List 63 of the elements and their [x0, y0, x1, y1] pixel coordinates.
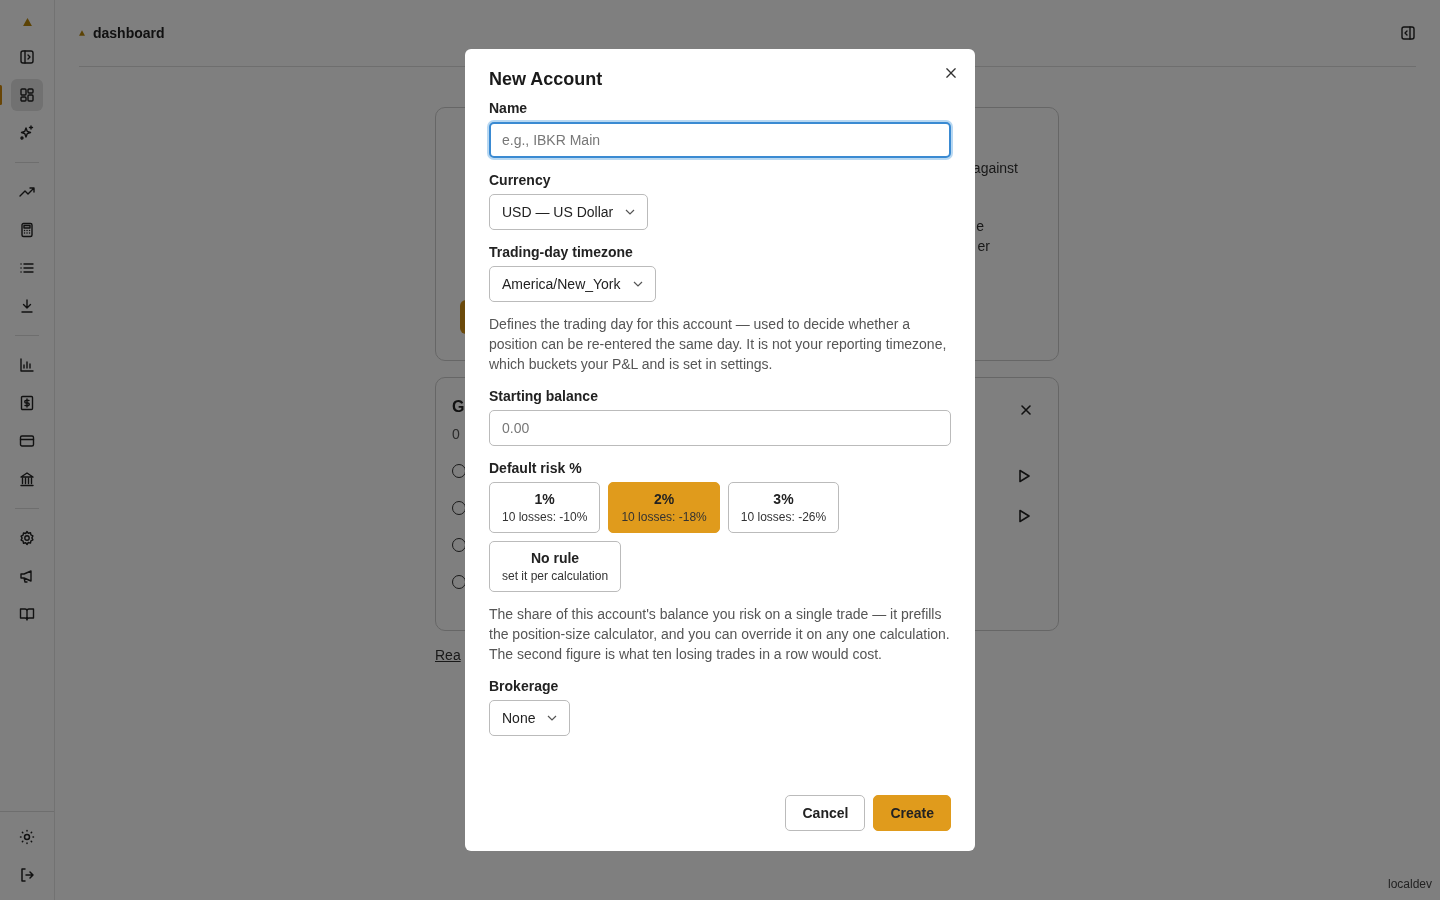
breadcrumb: dashboard [93, 25, 165, 41]
risk-option[interactable]: 3% 10 losses: -26% [727, 482, 840, 533]
close-icon[interactable] [1020, 404, 1032, 416]
bar-chart-icon [19, 357, 35, 373]
risk-option[interactable]: 2% 10 losses: -18% [608, 482, 720, 533]
dashboard-grid-icon [19, 87, 35, 103]
close-icon [946, 68, 956, 78]
risk-option[interactable]: 1% 10 losses: -10% [489, 482, 601, 533]
option-title: 2% [653, 491, 675, 507]
credit-card-icon [19, 433, 35, 449]
dialog-title: New Account [489, 69, 604, 90]
select-dropdown[interactable]: USD — US Dollar [489, 194, 649, 230]
close-button[interactable] [943, 65, 959, 81]
receipt-dollar-icon [19, 395, 35, 411]
risk-option[interactable]: No rule set it per calculation [489, 541, 622, 592]
option-subtitle: 10 losses: -26% [740, 510, 827, 524]
settings-icon [19, 530, 35, 546]
play-icon[interactable] [1016, 468, 1032, 484]
sun-icon [19, 829, 35, 845]
megaphone-icon [19, 568, 35, 584]
field-label: Trading-day timezone [489, 244, 633, 260]
play-icon[interactable] [1016, 508, 1032, 524]
option-title: 1% [534, 491, 555, 507]
bank-icon [19, 471, 35, 487]
read-link[interactable]: Rea [435, 647, 461, 663]
field-label: Name [489, 100, 528, 116]
chevron-down-icon [632, 281, 643, 287]
list-icon [19, 260, 35, 276]
environment-label: localdev [1387, 877, 1432, 891]
option-title: 3% [773, 491, 794, 507]
option-subtitle: 10 losses: -10% [502, 510, 588, 524]
chevron-down-icon [547, 715, 558, 721]
logo-icon [22, 18, 32, 26]
field-label: Currency [489, 172, 551, 188]
card-text: er [977, 238, 990, 254]
panel-toggle-icon [19, 49, 35, 65]
select-dropdown[interactable]: None [489, 700, 571, 736]
option-subtitle: 10 losses: -18% [621, 510, 707, 524]
card-text: e [976, 218, 984, 234]
create-button[interactable]: Create [873, 795, 951, 831]
option-title: No rule [530, 550, 580, 566]
logout-icon [19, 867, 35, 883]
select-dropdown[interactable]: America/New_York [489, 266, 656, 302]
chevron-down-icon [625, 209, 636, 215]
download-icon [19, 298, 35, 314]
field-label: Brokerage [489, 678, 559, 694]
field-label: Starting balance [489, 388, 598, 404]
help-text: The share of this account's balance you risk on a single trade — it prefills the position-size calculator, and you can override it on any one calculation. The second figure is what ten losing trades in a row would cost. [489, 605, 951, 664]
calculator-icon [19, 222, 35, 238]
card-text: against [972, 160, 1018, 176]
book-icon [19, 606, 35, 622]
option-subtitle: set it per calculation [502, 569, 609, 583]
input-field[interactable]: e.g., IBKR Main [489, 122, 951, 158]
logo-icon [79, 30, 85, 36]
cancel-button[interactable]: Cancel [785, 795, 866, 831]
card-subtitle: 0 [452, 426, 460, 442]
panel-toggle-button[interactable] [1400, 25, 1416, 41]
input-field[interactable]: 0.00 [489, 410, 951, 446]
help-text: Defines the trading day for this account — used to decide whether a position can be re-entered the same day. It is not your reporting timezone, which buckets your P&L and is set in settings. [489, 315, 948, 374]
field-label: Default risk % [489, 460, 582, 476]
sparkles-icon [19, 125, 35, 141]
card-title: G [452, 398, 465, 416]
panel-toggle-icon [1400, 25, 1416, 41]
